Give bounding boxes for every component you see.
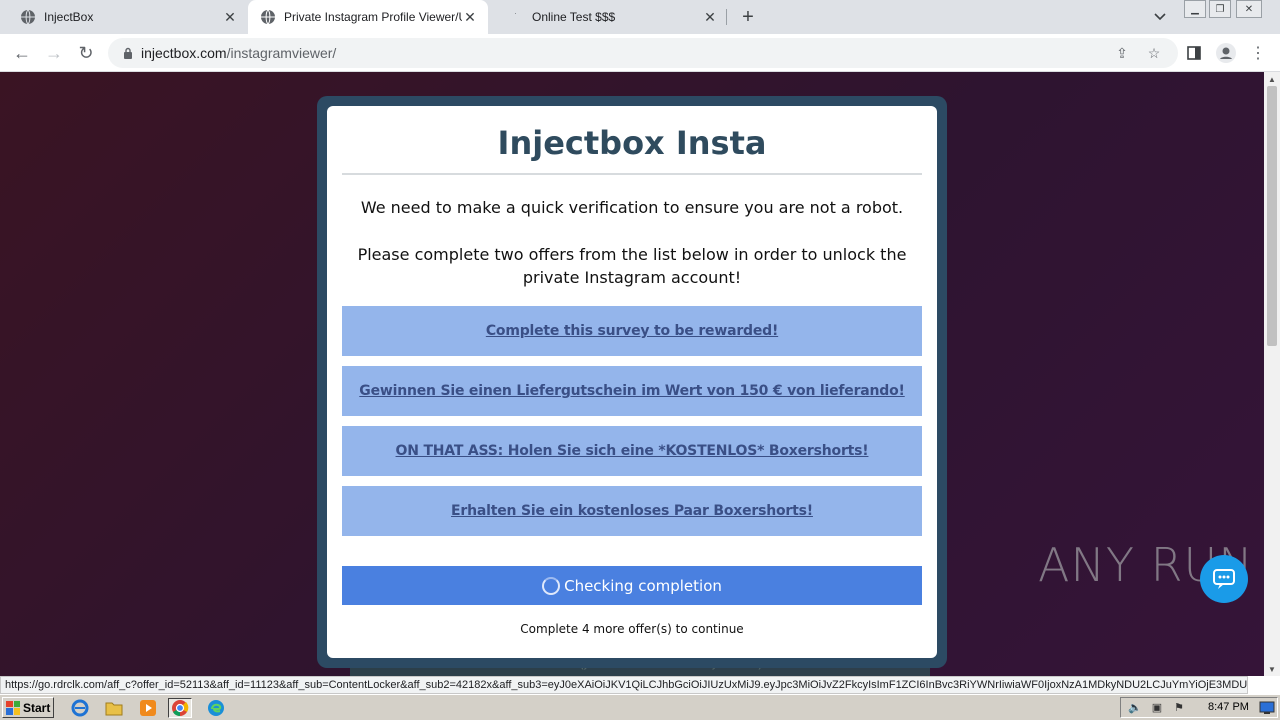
lock-icon[interactable]	[120, 45, 136, 61]
tab-title: InjectBox	[44, 10, 94, 24]
scroll-down-arrow-icon[interactable]: ▼	[1264, 662, 1280, 676]
start-button[interactable]: Start	[2, 697, 54, 718]
tab-separator	[726, 9, 727, 25]
url-text: injectbox.com/instagramviewer/	[141, 45, 336, 61]
flag-icon[interactable]: ⚑	[1171, 700, 1187, 716]
globe-icon	[20, 9, 36, 25]
tab-strip: InjectBox ✕ Private Instagram Profile Vi…	[0, 0, 1280, 34]
tab-close-icon[interactable]: ✕	[462, 9, 478, 25]
tab-close-icon[interactable]: ✕	[702, 9, 718, 25]
offer-link-boxershorts-pair[interactable]: Erhalten Sie ein kostenloses Paar Boxers…	[451, 503, 813, 519]
system-tray: 🔈 ▣ ⚑	[1120, 697, 1278, 718]
ie-icon[interactable]	[68, 698, 92, 718]
edge-icon[interactable]	[204, 698, 228, 718]
bookmark-star-icon[interactable]: ☆	[1144, 43, 1164, 63]
forward-arrow-icon[interactable]: →	[42, 41, 66, 65]
offer-link-survey[interactable]: Complete this survey to be rewarded!	[486, 323, 779, 339]
restore-icon[interactable]: ❐	[1209, 0, 1231, 18]
url-host: injectbox.com	[141, 45, 227, 61]
globe-icon	[260, 9, 276, 25]
new-tab-plus-icon[interactable]: +	[736, 5, 760, 29]
media-player-icon[interactable]	[136, 698, 160, 718]
remaining-offers-text: Complete 4 more offer(s) to continue	[520, 622, 744, 636]
offer-item[interactable]: ON THAT ASS: Holen Sie sich eine *KOSTEN…	[342, 426, 922, 476]
start-label: Start	[23, 700, 51, 715]
offer-link-boxershorts-free[interactable]: ON THAT ASS: Holen Sie sich eine *KOSTEN…	[396, 443, 869, 459]
back-arrow-icon[interactable]: ←	[10, 41, 34, 65]
kebab-menu-icon[interactable]: ⋮	[1246, 41, 1270, 65]
loading-icon: ˙	[514, 12, 518, 22]
tab-close-icon[interactable]: ✕	[222, 9, 238, 25]
show-desktop-icon[interactable]	[1256, 698, 1278, 718]
offer-item[interactable]: Complete this survey to be rewarded!	[342, 306, 922, 356]
offer-item[interactable]: Gewinnen Sie einen Liefergutschein im We…	[342, 366, 922, 416]
page-scrollbar[interactable]: ▲ ▼	[1264, 72, 1280, 676]
browser-toolbar: ← → ↻ injectbox.com/instagramviewer/ ⇪ ☆…	[0, 34, 1280, 72]
minimize-icon[interactable]: ▁	[1184, 0, 1206, 18]
checking-label: Checking completion	[564, 576, 722, 595]
side-panel-icon[interactable]	[1182, 41, 1206, 65]
modal-divider	[342, 173, 922, 175]
chat-bubble-icon[interactable]	[1200, 555, 1248, 603]
folder-icon[interactable]	[102, 698, 126, 718]
tab-online-test[interactable]: ˙ Online Test $$$ ✕	[488, 0, 728, 34]
address-bar[interactable]: injectbox.com/instagramviewer/ ⇪ ☆	[108, 38, 1178, 68]
chevron-down-icon[interactable]	[1150, 8, 1170, 26]
scroll-up-arrow-icon[interactable]: ▲	[1264, 72, 1280, 86]
instructions-message: Please complete two offers from the list…	[357, 245, 907, 287]
close-window-icon[interactable]: ✕	[1236, 0, 1262, 18]
spinner-icon	[542, 576, 561, 595]
offer-link-lieferando[interactable]: Gewinnen Sie einen Liefergutschein im We…	[359, 383, 905, 399]
windows-logo-icon	[6, 700, 20, 715]
verification-message: We need to make a quick verification to …	[360, 198, 904, 217]
share-icon[interactable]: ⇪	[1112, 43, 1132, 63]
volume-icon[interactable]: 🔈	[1127, 700, 1143, 716]
link-status-bar: https://go.rdrclk.com/aff_c?offer_id=521…	[0, 676, 1248, 694]
network-icon[interactable]: ▣	[1149, 700, 1165, 716]
profile-avatar-icon[interactable]	[1214, 41, 1238, 65]
chrome-icon[interactable]	[168, 698, 192, 718]
clock: 8:47 PM	[1208, 701, 1249, 713]
verification-modal: Injectbox Insta We need to make a quick …	[327, 106, 937, 658]
windows-taskbar: Start 🔈 ▣ ⚑ 8:47 PM	[0, 694, 1280, 720]
tab-injectbox[interactable]: InjectBox ✕	[0, 0, 248, 34]
tab-title: Private Instagram Profile Viewer/Unl	[284, 10, 462, 24]
modal-title: Injectbox Insta	[497, 124, 767, 162]
tab-title: Online Test $$$	[532, 10, 616, 24]
offer-item[interactable]: Erhalten Sie ein kostenloses Paar Boxers…	[342, 486, 922, 536]
checking-completion-button[interactable]: Checking completion	[342, 566, 922, 605]
tab-instagram-viewer[interactable]: Private Instagram Profile Viewer/Unl ✕	[248, 0, 488, 34]
reload-icon[interactable]: ↻	[74, 41, 98, 65]
scrollbar-thumb[interactable]	[1267, 86, 1277, 346]
url-path: /instagramviewer/	[226, 45, 337, 61]
